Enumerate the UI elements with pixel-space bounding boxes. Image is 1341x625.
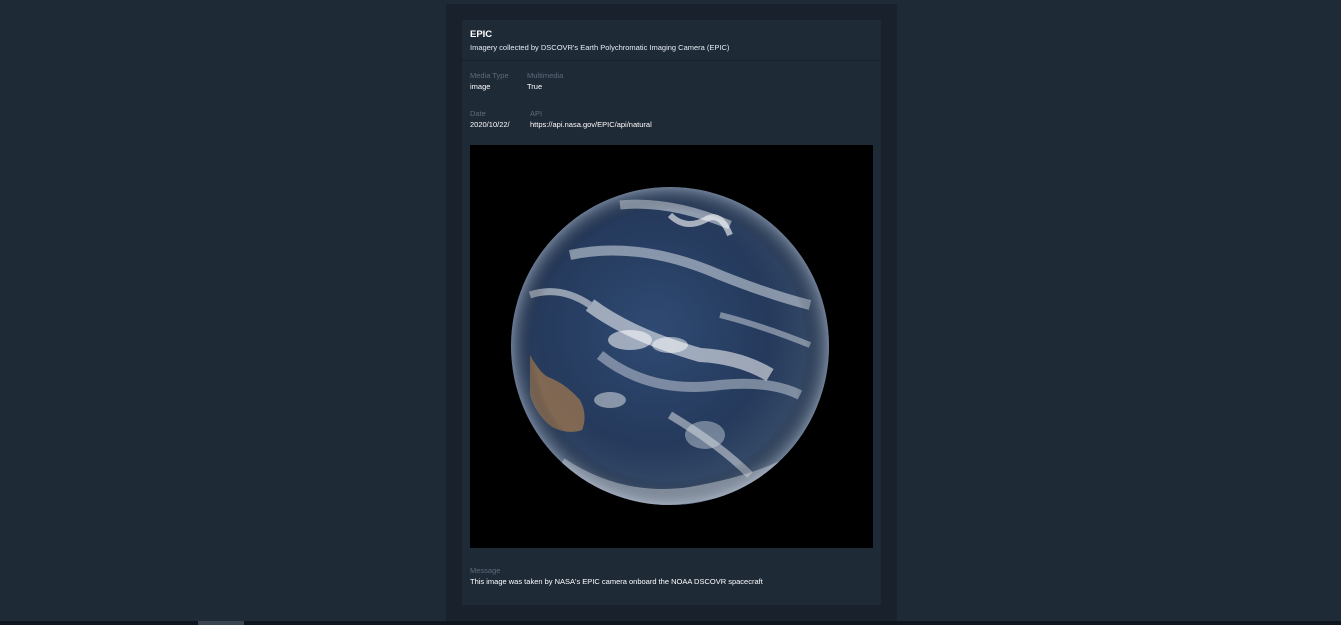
card-subtitle: Imagery collected by DSCOVR's Earth Poly… [470,43,730,52]
earth-globe-image [470,145,873,548]
media-type-label: Media Type [470,71,509,80]
card-container: EPIC Imagery collected by DSCOVR's Earth… [446,4,897,625]
card-header: EPIC Imagery collected by DSCOVR's Earth… [462,20,881,61]
media-type-value: image [470,82,491,91]
taskbar-item[interactable] [198,621,244,625]
api-label: API [530,109,543,118]
multimedia-label: Multimedia [527,71,564,80]
date-label: Date [470,109,486,118]
message-value: This image was taken by NASA's EPIC came… [470,577,763,586]
epic-card: EPIC Imagery collected by DSCOVR's Earth… [462,20,881,605]
api-value: https://api.nasa.gov/EPIC/api/natural [530,120,652,129]
date-value: 2020/10/22/ [470,120,510,129]
earth-image [470,145,873,548]
message-label: Message [470,566,501,575]
card-title: EPIC [470,29,493,40]
multimedia-value: True [527,82,543,91]
